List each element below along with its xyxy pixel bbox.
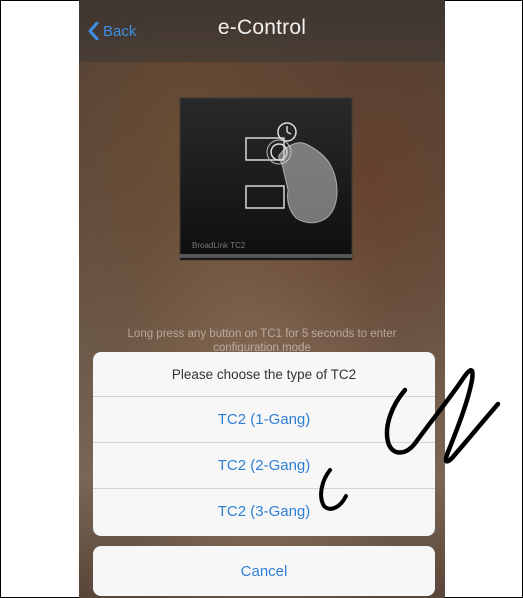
- brand-logo-text: BroadLink TC2: [192, 241, 246, 250]
- sheet-title: Please choose the type of TC2: [93, 352, 435, 397]
- navigation-bar: Back e-Control: [79, 0, 445, 62]
- option-tc2-2-gang[interactable]: TC2 (2-Gang): [93, 443, 435, 489]
- cancel-button[interactable]: Cancel: [93, 546, 435, 596]
- tc2-switch-illustration: BroadLink TC2: [174, 94, 364, 274]
- option-tc2-3-gang[interactable]: TC2 (3-Gang): [93, 489, 435, 534]
- page-title: e-Control: [217, 16, 307, 39]
- type-selection-sheet: Please choose the type of TC2 TC2 (1-Gan…: [93, 352, 435, 536]
- option-tc2-1-gang[interactable]: TC2 (1-Gang): [93, 397, 435, 443]
- instruction-text: Long press any button on TC1 for 5 secon…: [127, 328, 397, 354]
- phone-screen: Back e-Control BroadLink TC2 Long press …: [79, 0, 445, 598]
